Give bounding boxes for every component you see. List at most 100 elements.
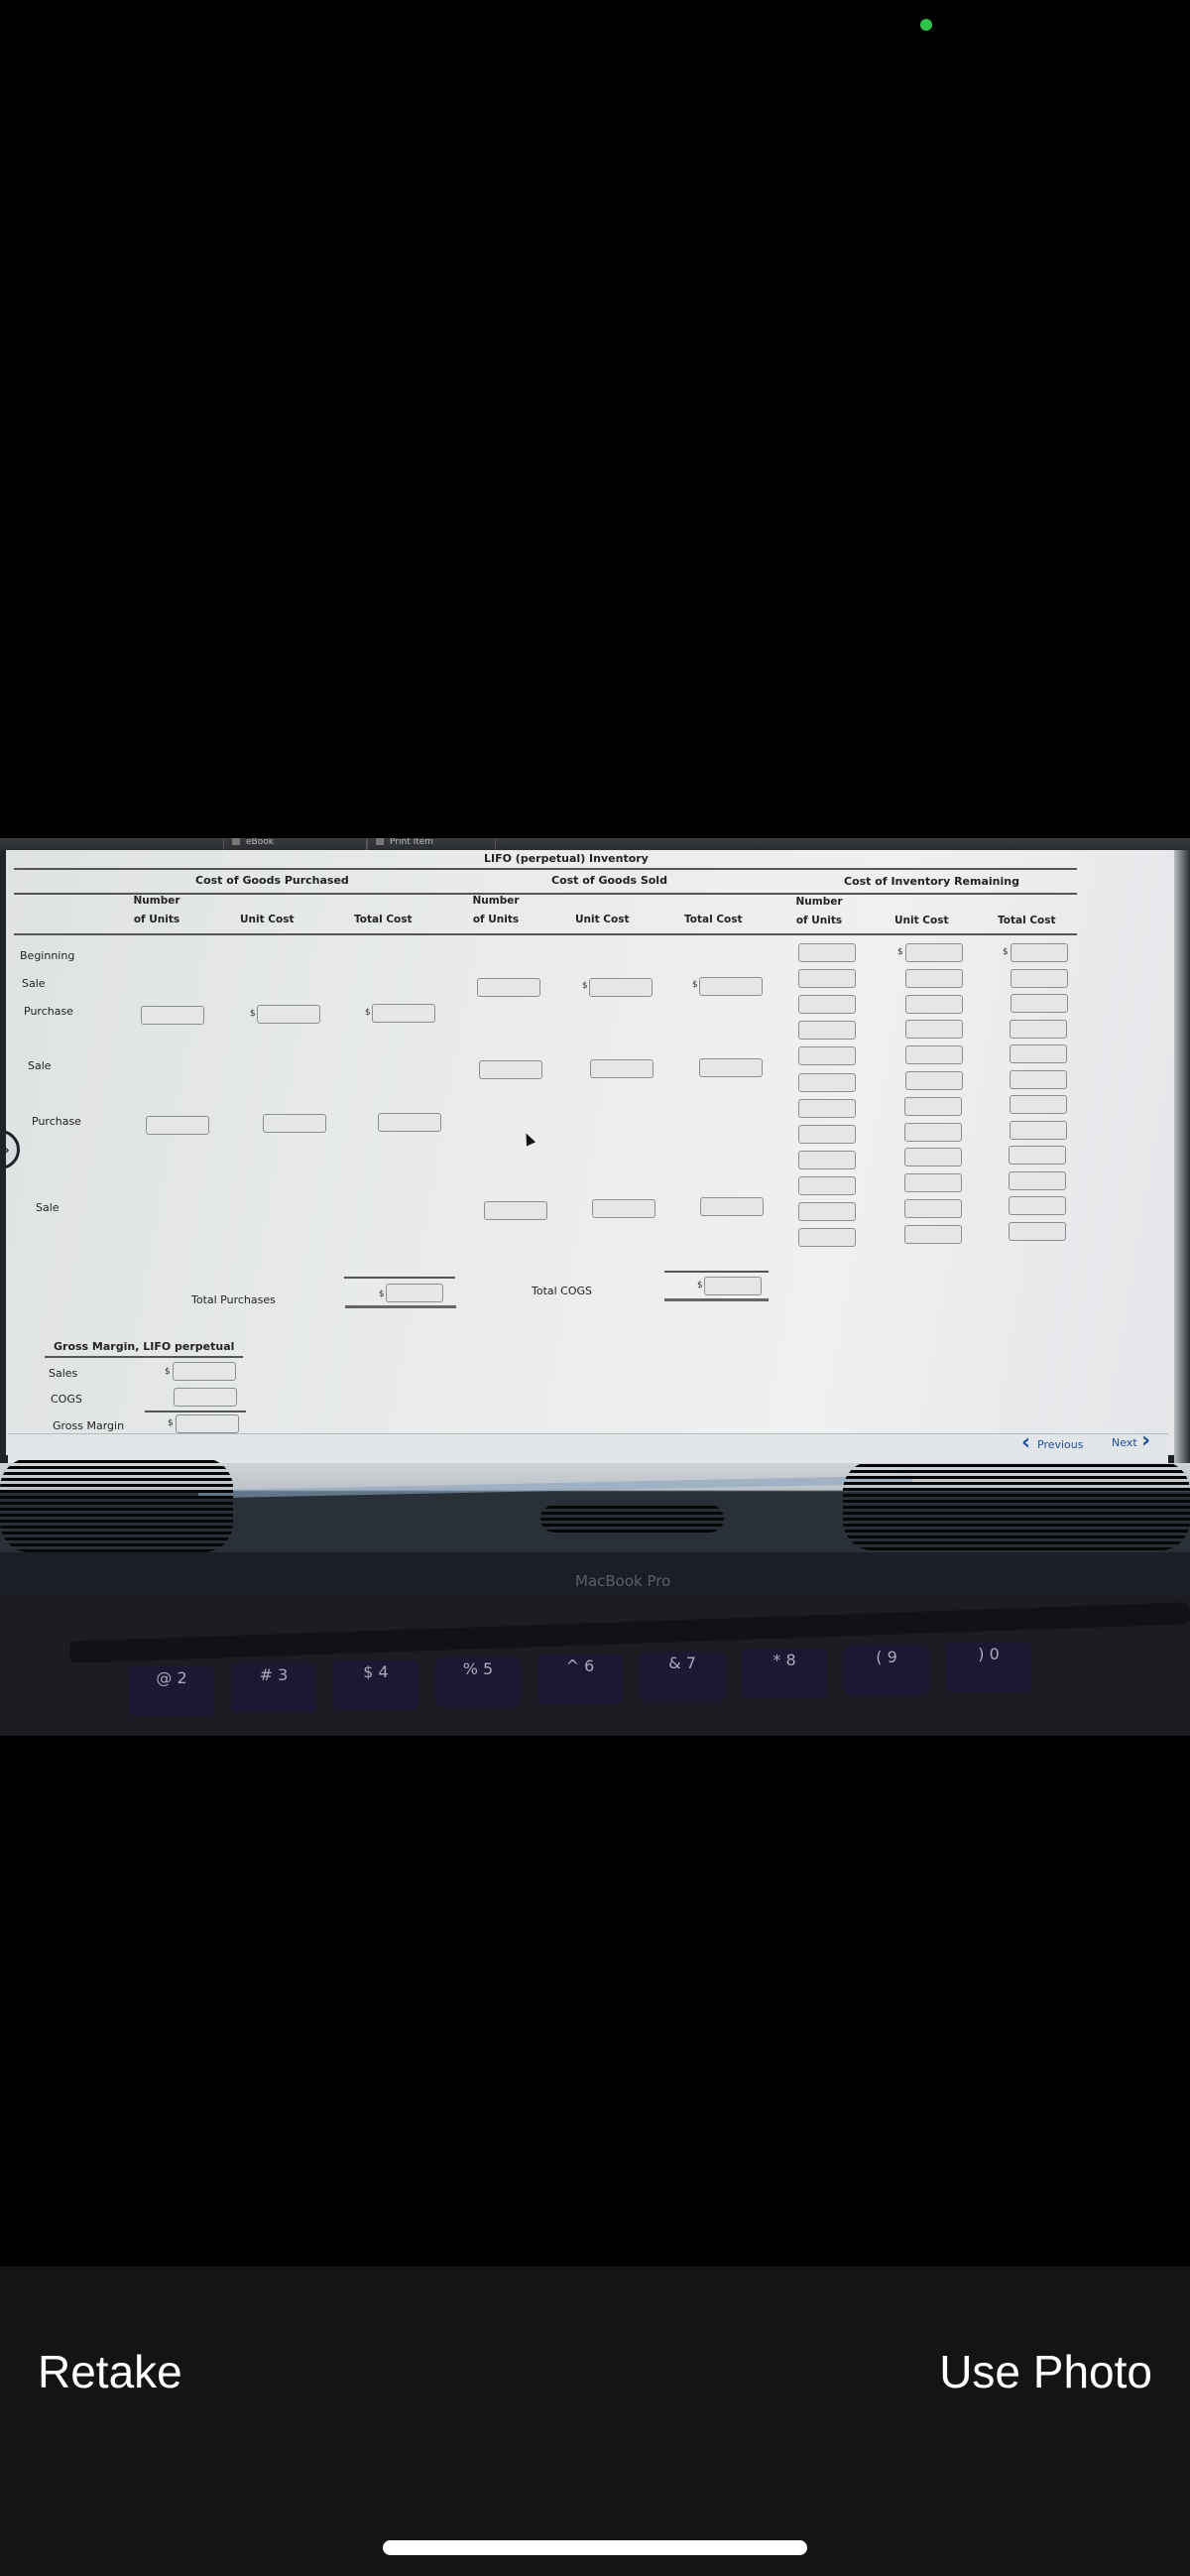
col-header-remaining-total-cost: Total Cost: [998, 915, 1056, 926]
col-header-purchased-units: Number of Units: [133, 895, 180, 925]
col-header-sold-total-cost: Total Cost: [684, 914, 743, 925]
divider: [344, 1277, 455, 1279]
remaining-row-3-total-cost-input[interactable]: [1010, 994, 1068, 1013]
remaining-row-7-total-cost-input[interactable]: [1009, 1095, 1067, 1114]
sale-3-total-cost-input[interactable]: [700, 1197, 764, 1216]
double-rule: [345, 1305, 456, 1308]
remaining-row-12-unit-cost-input[interactable]: [903, 1224, 962, 1244]
remaining-row-8-units-input[interactable]: [798, 1124, 856, 1144]
divider: [45, 1356, 243, 1358]
col-header-remaining-units: Number of Units: [795, 896, 843, 926]
purchase-2-unit-cost-input[interactable]: [263, 1114, 326, 1133]
keyboard-key: ^ 6: [537, 1655, 623, 1704]
gm-cogs-label: COGS: [51, 1393, 82, 1406]
remaining-row-11-total-cost-input[interactable]: [1009, 1196, 1066, 1215]
currency-symbol: $: [165, 1367, 171, 1377]
sale-1-units-input[interactable]: [477, 978, 540, 997]
remaining-row-8-total-cost-input[interactable]: [1009, 1120, 1067, 1140]
remaining-row-12-units-input[interactable]: [798, 1228, 856, 1248]
home-indicator[interactable]: [383, 2540, 807, 2555]
remaining-row-4-units-input[interactable]: [798, 1021, 856, 1041]
use-photo-button[interactable]: Use Photo: [939, 2345, 1152, 2398]
remaining-row-1-total-cost-input[interactable]: [1011, 943, 1068, 962]
remaining-row-12-total-cost-input[interactable]: [1008, 1221, 1066, 1241]
remaining-row-7-units-input[interactable]: [798, 1098, 856, 1118]
keyboard-key: % 5: [435, 1657, 521, 1707]
print-icon: [376, 838, 384, 845]
total-purchases-input[interactable]: [386, 1284, 443, 1302]
remaining-row-5-units-input[interactable]: [798, 1046, 856, 1066]
sale-1-total-cost-input[interactable]: [699, 977, 763, 996]
group-header-sold: Cost of Goods Sold: [551, 874, 667, 887]
gross-margin-title: Gross Margin, LIFO perpetual: [54, 1340, 235, 1353]
screen-right-border: [1174, 850, 1190, 1463]
remaining-row-9-total-cost-input[interactable]: [1009, 1146, 1067, 1165]
remaining-row-5-unit-cost-input[interactable]: [904, 1045, 963, 1065]
gm-cogs-input[interactable]: [174, 1388, 237, 1407]
purchase-1-unit-cost-input[interactable]: [257, 1005, 320, 1024]
remaining-row-2-units-input[interactable]: [798, 969, 856, 989]
purchase-2-units-input[interactable]: [146, 1116, 209, 1135]
purchase-1-units-input[interactable]: [141, 1006, 204, 1025]
remaining-row-1-units-input[interactable]: [798, 943, 856, 962]
group-header-purchased: Cost of Goods Purchased: [195, 874, 349, 887]
gm-gross-margin-input[interactable]: [176, 1414, 239, 1433]
sale-2-units-input[interactable]: [479, 1060, 542, 1079]
captured-photo: eBook Print Item LIFO (perpetual) Invent…: [0, 838, 1190, 1736]
app-toolbar: eBook Print Item: [0, 838, 1190, 850]
sale-1-unit-cost-input[interactable]: [589, 978, 653, 997]
divider: [14, 933, 1077, 935]
redaction-scribble: [0, 1458, 233, 1552]
keyboard-key: $ 4: [333, 1660, 418, 1710]
redaction-scribble: [843, 1461, 1190, 1550]
remaining-row-1-unit-cost-input[interactable]: [905, 943, 963, 962]
total-cogs-label: Total COGS: [532, 1285, 593, 1297]
next-button[interactable]: Next: [1112, 1436, 1137, 1449]
remaining-row-10-units-input[interactable]: [798, 1175, 856, 1195]
toolbar-tab-print-item[interactable]: Print Item: [367, 838, 496, 850]
total-cogs-input[interactable]: [704, 1277, 762, 1295]
col-header-purchased-unit-cost: Unit Cost: [240, 914, 295, 925]
group-header-remaining: Cost of Inventory Remaining: [844, 875, 1019, 888]
sale-2-unit-cost-input[interactable]: [590, 1059, 654, 1078]
remaining-row-5-total-cost-input[interactable]: [1010, 1044, 1068, 1063]
keyboard-key: ( 9: [844, 1646, 929, 1695]
keyboard-key: ) 0: [946, 1643, 1031, 1692]
sale-2-total-cost-input[interactable]: [699, 1058, 763, 1077]
sale-3-unit-cost-input[interactable]: [592, 1199, 655, 1218]
purchase-2-total-cost-input[interactable]: [378, 1113, 441, 1132]
previous-button[interactable]: Previous: [1037, 1438, 1084, 1451]
remaining-row-6-unit-cost-input[interactable]: [904, 1071, 963, 1090]
remaining-row-9-unit-cost-input[interactable]: [904, 1148, 963, 1167]
remaining-row-11-units-input[interactable]: [798, 1202, 856, 1221]
remaining-row-8-unit-cost-input[interactable]: [904, 1122, 963, 1142]
remaining-row-3-unit-cost-input[interactable]: [904, 994, 963, 1014]
remaining-row-3-units-input[interactable]: [798, 995, 856, 1015]
remaining-row-2-unit-cost-input[interactable]: [904, 968, 963, 988]
currency-symbol: $: [692, 980, 698, 990]
row-label-purchase-2: Purchase: [32, 1115, 81, 1128]
remaining-row-4-unit-cost-input[interactable]: [904, 1020, 963, 1040]
remaining-row-10-unit-cost-input[interactable]: [904, 1173, 963, 1193]
retake-button[interactable]: Retake: [38, 2345, 182, 2398]
remaining-row-9-units-input[interactable]: [798, 1150, 856, 1169]
remaining-row-7-unit-cost-input[interactable]: [904, 1096, 963, 1116]
remaining-row-11-unit-cost-input[interactable]: [904, 1199, 962, 1218]
laptop-brand-label: MacBook Pro: [575, 1572, 671, 1590]
currency-symbol: $: [897, 947, 903, 957]
remaining-row-6-total-cost-input[interactable]: [1010, 1069, 1067, 1089]
sale-3-units-input[interactable]: [484, 1201, 547, 1220]
currency-symbol: $: [250, 1009, 256, 1019]
remaining-row-4-total-cost-input[interactable]: [1010, 1019, 1068, 1039]
redaction-scribble: [540, 1505, 724, 1533]
col-header-sold-units: Number of Units: [472, 895, 520, 925]
remaining-row-2-total-cost-input[interactable]: [1010, 968, 1068, 988]
toolbar-tab-ebook[interactable]: eBook: [223, 838, 367, 850]
purchase-1-total-cost-input[interactable]: [372, 1004, 435, 1023]
worksheet-title: LIFO (perpetual) Inventory: [484, 852, 649, 865]
gm-sales-input[interactable]: [173, 1362, 236, 1381]
total-purchases-label: Total Purchases: [191, 1293, 276, 1306]
remaining-row-6-units-input[interactable]: [798, 1072, 856, 1092]
book-icon: [232, 838, 240, 845]
remaining-row-10-total-cost-input[interactable]: [1009, 1170, 1067, 1190]
